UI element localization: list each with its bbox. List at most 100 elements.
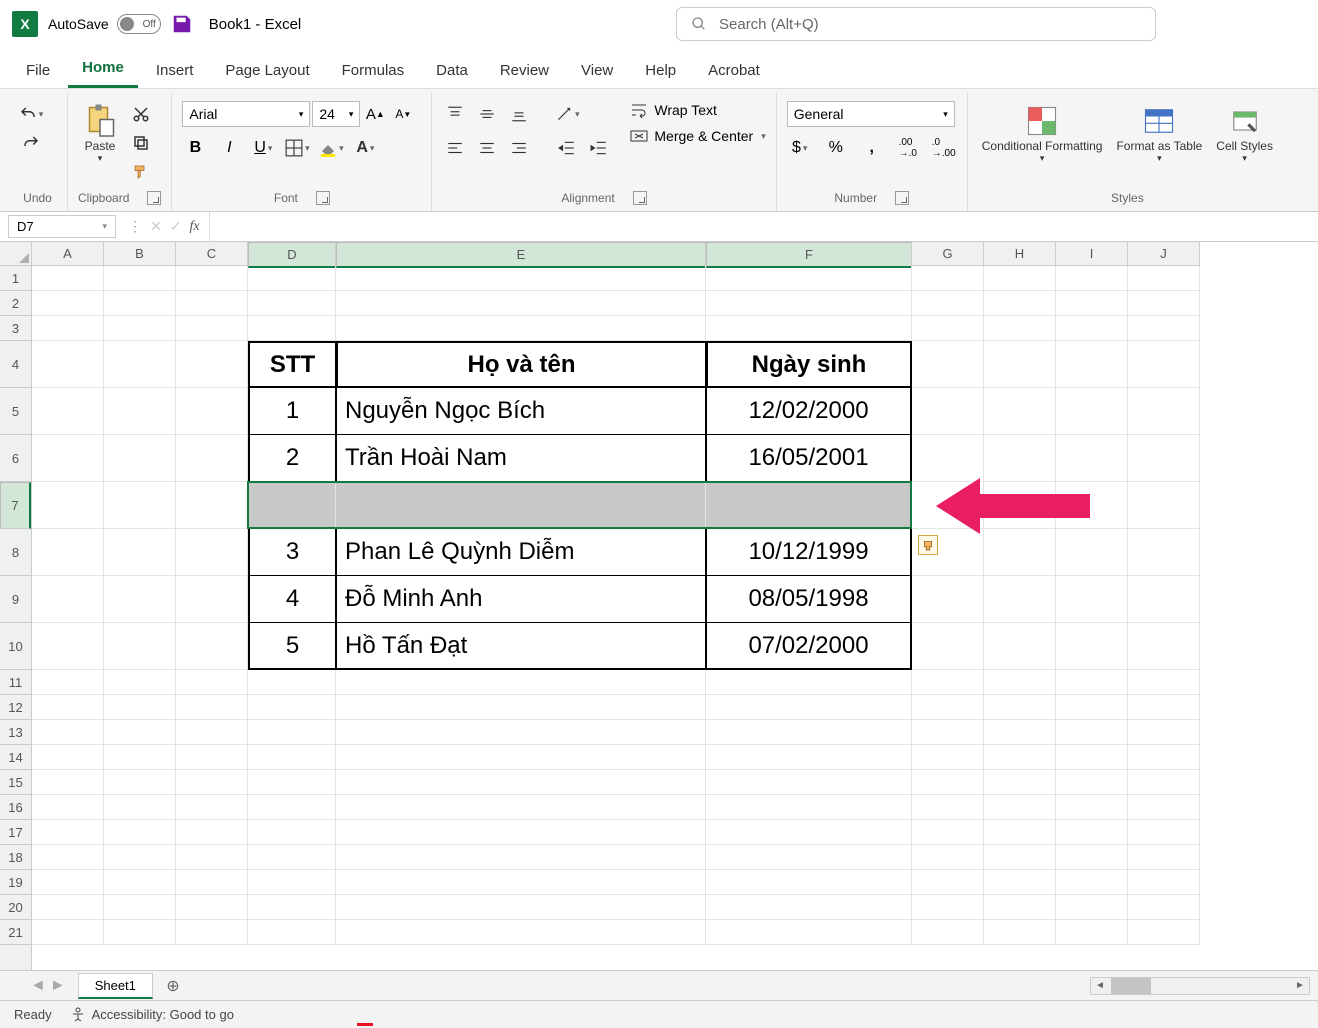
cell[interactable] xyxy=(706,745,912,770)
cell[interactable] xyxy=(984,895,1056,920)
cell[interactable] xyxy=(1128,895,1200,920)
cell[interactable]: Trần Hoài Nam xyxy=(336,435,706,482)
cell[interactable] xyxy=(104,291,176,316)
cell[interactable] xyxy=(1056,895,1128,920)
cell[interactable] xyxy=(912,820,984,845)
cell[interactable] xyxy=(706,720,912,745)
cell[interactable] xyxy=(706,920,912,945)
align-bottom-button[interactable] xyxy=(506,101,532,127)
cell[interactable] xyxy=(176,870,248,895)
cell[interactable] xyxy=(32,266,104,291)
cell[interactable] xyxy=(984,266,1056,291)
tab-insert[interactable]: Insert xyxy=(142,54,208,88)
cell[interactable] xyxy=(706,845,912,870)
row-header[interactable]: 18 xyxy=(0,845,31,870)
underline-button[interactable]: U xyxy=(250,135,276,161)
cell[interactable] xyxy=(984,795,1056,820)
name-box[interactable]: D7▾ xyxy=(8,215,116,238)
align-right-button[interactable] xyxy=(506,135,532,161)
cell-styles-button[interactable]: Cell Styles▾ xyxy=(1212,101,1277,166)
cell[interactable]: 07/02/2000 xyxy=(706,623,912,670)
cell[interactable] xyxy=(706,870,912,895)
column-header[interactable]: I xyxy=(1056,242,1128,265)
cell[interactable] xyxy=(248,795,336,820)
cell[interactable] xyxy=(706,770,912,795)
row-header[interactable]: 19 xyxy=(0,870,31,895)
cell[interactable] xyxy=(32,316,104,341)
cell[interactable] xyxy=(336,870,706,895)
cell[interactable] xyxy=(176,895,248,920)
cell[interactable] xyxy=(32,695,104,720)
cell[interactable] xyxy=(706,820,912,845)
cell[interactable] xyxy=(912,720,984,745)
row-header[interactable]: 12 xyxy=(0,695,31,720)
sheet-nav-prev-icon[interactable]: ◄ xyxy=(30,977,46,995)
cell[interactable] xyxy=(104,820,176,845)
cell[interactable] xyxy=(1056,770,1128,795)
cell[interactable] xyxy=(336,895,706,920)
cell[interactable] xyxy=(1056,482,1128,529)
cell[interactable] xyxy=(1128,623,1200,670)
cell[interactable] xyxy=(176,623,248,670)
cell[interactable] xyxy=(1128,388,1200,435)
cell[interactable] xyxy=(1128,920,1200,945)
cell[interactable] xyxy=(32,720,104,745)
sheet-tab[interactable]: Sheet1 xyxy=(78,973,153,999)
cell[interactable] xyxy=(176,291,248,316)
cell[interactable] xyxy=(176,341,248,388)
cell[interactable]: Nguyễn Ngọc Bích xyxy=(336,388,706,435)
cell[interactable]: Đỗ Minh Anh xyxy=(336,576,706,623)
row-header[interactable]: 6 xyxy=(0,435,31,482)
row-header[interactable]: 13 xyxy=(0,720,31,745)
cell[interactable] xyxy=(912,388,984,435)
accounting-format-button[interactable]: $ xyxy=(787,135,813,161)
cell[interactable]: Phan Lê Quỳnh Diễm xyxy=(336,529,706,576)
row-header[interactable]: 7 xyxy=(0,482,31,529)
cell[interactable] xyxy=(104,770,176,795)
cell[interactable] xyxy=(104,388,176,435)
redo-button[interactable] xyxy=(18,130,44,156)
conditional-formatting-button[interactable]: Conditional Formatting▾ xyxy=(978,101,1107,166)
cell[interactable] xyxy=(912,623,984,670)
cell[interactable] xyxy=(32,920,104,945)
row-header[interactable]: 3 xyxy=(0,316,31,341)
cell[interactable] xyxy=(104,895,176,920)
cell[interactable] xyxy=(336,291,706,316)
tab-page-layout[interactable]: Page Layout xyxy=(211,54,323,88)
font-name-select[interactable]: Arial▾ xyxy=(182,101,310,127)
spreadsheet-grid[interactable]: ABCDEFGHIJ 12345678910111213141516171819… xyxy=(0,242,1318,970)
cell[interactable] xyxy=(104,576,176,623)
cell[interactable]: STT xyxy=(248,341,336,388)
row-header[interactable]: 8 xyxy=(0,529,31,576)
cell[interactable] xyxy=(248,745,336,770)
row-header[interactable]: 14 xyxy=(0,745,31,770)
cell[interactable] xyxy=(176,435,248,482)
cell[interactable] xyxy=(248,695,336,720)
align-center-button[interactable] xyxy=(474,135,500,161)
cell[interactable] xyxy=(912,695,984,720)
column-header[interactable]: C xyxy=(176,242,248,265)
cell[interactable] xyxy=(1128,845,1200,870)
column-header[interactable]: A xyxy=(32,242,104,265)
cell[interactable] xyxy=(104,529,176,576)
cell[interactable] xyxy=(32,341,104,388)
cell[interactable] xyxy=(1128,720,1200,745)
cell[interactable] xyxy=(1128,770,1200,795)
cell[interactable] xyxy=(32,482,104,529)
cell[interactable] xyxy=(984,745,1056,770)
sheet-nav-next-icon[interactable]: ► xyxy=(50,977,66,995)
cell[interactable] xyxy=(32,291,104,316)
cell[interactable] xyxy=(336,695,706,720)
cell[interactable] xyxy=(1056,795,1128,820)
cell[interactable] xyxy=(176,845,248,870)
cell[interactable] xyxy=(1056,745,1128,770)
cell[interactable] xyxy=(984,482,1056,529)
cell[interactable] xyxy=(706,291,912,316)
decrease-decimal-button[interactable]: .0→.00 xyxy=(931,135,957,161)
paste-button[interactable]: Paste▾ xyxy=(78,101,122,166)
cell[interactable] xyxy=(1128,341,1200,388)
cell[interactable] xyxy=(912,576,984,623)
cell[interactable] xyxy=(32,576,104,623)
cell[interactable] xyxy=(984,435,1056,482)
cell[interactable] xyxy=(984,845,1056,870)
